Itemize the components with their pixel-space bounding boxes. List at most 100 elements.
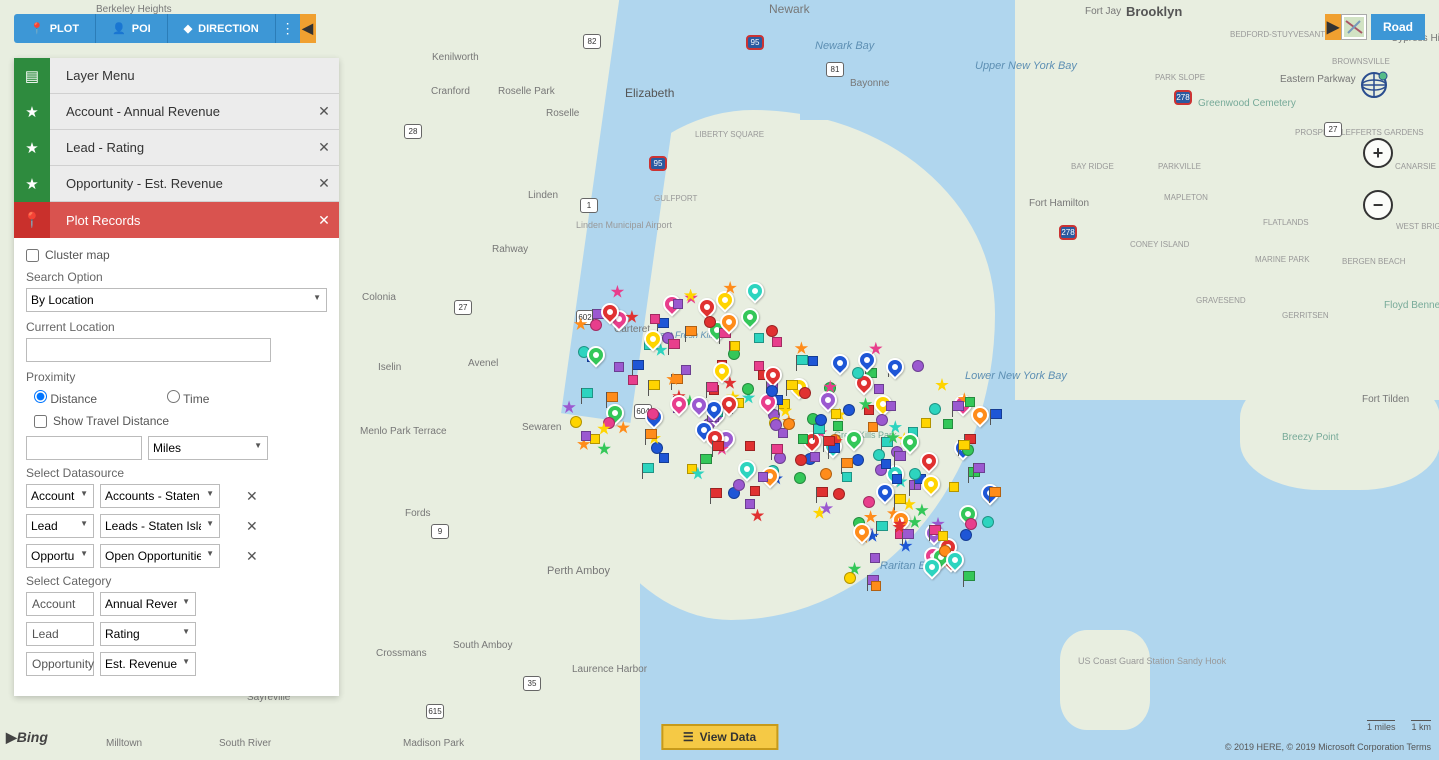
map-marker[interactable] <box>923 558 941 576</box>
zoom-in-button[interactable]: + <box>1363 138 1393 168</box>
map-marker[interactable] <box>590 319 602 331</box>
map-marker[interactable] <box>754 333 764 343</box>
map-marker[interactable] <box>706 382 718 392</box>
map-marker[interactable] <box>960 529 972 541</box>
map-marker[interactable] <box>946 551 964 569</box>
close-icon[interactable]: ✕ <box>309 103 339 120</box>
category-attr-select[interactable]: Annual Revenue <box>100 592 196 616</box>
map-marker[interactable] <box>587 346 605 364</box>
entity-select[interactable]: Lead <box>26 514 94 538</box>
map-marker[interactable] <box>921 418 931 428</box>
map-marker[interactable] <box>852 367 864 379</box>
map-marker[interactable] <box>886 430 900 444</box>
map-marker[interactable] <box>886 358 904 376</box>
map-marker[interactable] <box>876 414 888 426</box>
map-marker[interactable] <box>614 362 624 372</box>
current-location-input[interactable] <box>26 338 271 362</box>
map-marker[interactable] <box>766 325 778 337</box>
map-marker[interactable] <box>794 341 808 355</box>
entity-select[interactable]: Opportunity <box>26 544 94 568</box>
map-marker[interactable] <box>842 472 852 482</box>
map-marker[interactable] <box>690 396 708 414</box>
road-button[interactable]: Road <box>1371 14 1425 40</box>
map-marker[interactable] <box>810 452 820 462</box>
map-marker[interactable] <box>704 316 716 328</box>
plot-button[interactable]: 📍PLOT <box>14 14 96 43</box>
search-option-select[interactable]: By Location <box>26 288 327 312</box>
map-marker[interactable] <box>990 409 1002 419</box>
map-marker[interactable] <box>723 281 737 295</box>
map-marker[interactable] <box>601 303 619 321</box>
map-marker[interactable] <box>876 483 894 501</box>
map-marker[interactable] <box>712 441 724 451</box>
map-marker[interactable] <box>647 408 659 420</box>
map-marker[interactable] <box>820 468 832 480</box>
map-marker[interactable] <box>871 581 881 591</box>
map-marker[interactable] <box>738 460 756 478</box>
map-marker[interactable] <box>841 458 853 468</box>
map-marker[interactable] <box>943 419 953 429</box>
layer-item-account[interactable]: ★ Account - Annual Revenue ✕ <box>14 94 339 130</box>
proximity-value-input[interactable] <box>26 436 142 460</box>
map-marker[interactable] <box>666 372 680 386</box>
map-marker[interactable] <box>770 419 782 431</box>
close-icon[interactable]: ✕ <box>309 139 339 156</box>
map-marker[interactable] <box>901 433 919 451</box>
map-marker[interactable] <box>881 459 891 469</box>
map-marker[interactable] <box>831 409 841 419</box>
map-marker[interactable] <box>750 486 760 496</box>
map-marker[interactable] <box>808 356 818 366</box>
map-marker[interactable] <box>698 298 716 316</box>
remove-datasource-icon[interactable]: ✕ <box>246 518 258 535</box>
expand-layers-button[interactable]: ▶ <box>1325 14 1341 40</box>
map-marker[interactable] <box>733 479 745 491</box>
map-marker[interactable] <box>894 451 906 461</box>
map-marker[interactable] <box>852 454 864 466</box>
map-marker[interactable] <box>819 501 833 515</box>
close-icon[interactable]: ✕ <box>309 175 339 192</box>
map-marker[interactable] <box>700 454 712 464</box>
map-marker[interactable] <box>625 310 639 324</box>
view-select[interactable]: Accounts - Staten Island <box>100 484 220 508</box>
plot-records-header[interactable]: 📍 Plot Records ✕ <box>14 202 339 238</box>
map-marker[interactable] <box>616 421 630 435</box>
time-radio-label[interactable]: Time <box>167 390 209 406</box>
map-marker[interactable] <box>908 515 922 529</box>
map-marker[interactable] <box>628 375 638 385</box>
cluster-map-checkbox[interactable] <box>26 249 39 262</box>
map-marker[interactable] <box>958 440 970 450</box>
map-marker[interactable] <box>581 431 591 441</box>
globe-icon[interactable] <box>1359 70 1389 105</box>
map-marker[interactable] <box>771 444 783 454</box>
map-marker[interactable] <box>909 468 921 480</box>
map-marker[interactable] <box>642 463 654 473</box>
map-marker[interactable] <box>645 429 657 439</box>
map-marker[interactable] <box>922 475 940 493</box>
distance-radio-label[interactable]: Distance <box>34 390 97 406</box>
map-marker[interactable] <box>597 422 611 436</box>
map-marker[interactable] <box>798 434 808 444</box>
map-marker[interactable] <box>659 453 669 463</box>
map-marker[interactable] <box>952 401 964 411</box>
direction-button[interactable]: ◆DIRECTION <box>168 14 276 43</box>
map-marker[interactable] <box>632 360 644 370</box>
map-marker[interactable] <box>833 421 843 431</box>
remove-datasource-icon[interactable]: ✕ <box>246 488 258 505</box>
map-marker[interactable] <box>823 436 835 446</box>
map-marker[interactable] <box>938 531 948 541</box>
map-marker[interactable] <box>673 299 683 309</box>
layer-item-lead[interactable]: ★ Lead - Rating ✕ <box>14 130 339 166</box>
map-marker[interactable] <box>869 342 883 356</box>
map-marker[interactable] <box>710 488 722 498</box>
map-marker[interactable] <box>843 404 855 416</box>
view-select[interactable]: Leads - Staten Island <box>100 514 220 538</box>
map-marker[interactable] <box>648 380 660 390</box>
map-marker[interactable] <box>796 355 808 365</box>
map-marker[interactable] <box>783 418 795 430</box>
collapse-sidebar-button[interactable]: ◀ <box>300 14 316 43</box>
map-marker[interactable] <box>730 341 740 351</box>
map-marker[interactable] <box>949 482 959 492</box>
map-marker[interactable] <box>745 441 755 451</box>
map-marker[interactable] <box>681 365 691 375</box>
map-marker[interactable] <box>581 388 593 398</box>
